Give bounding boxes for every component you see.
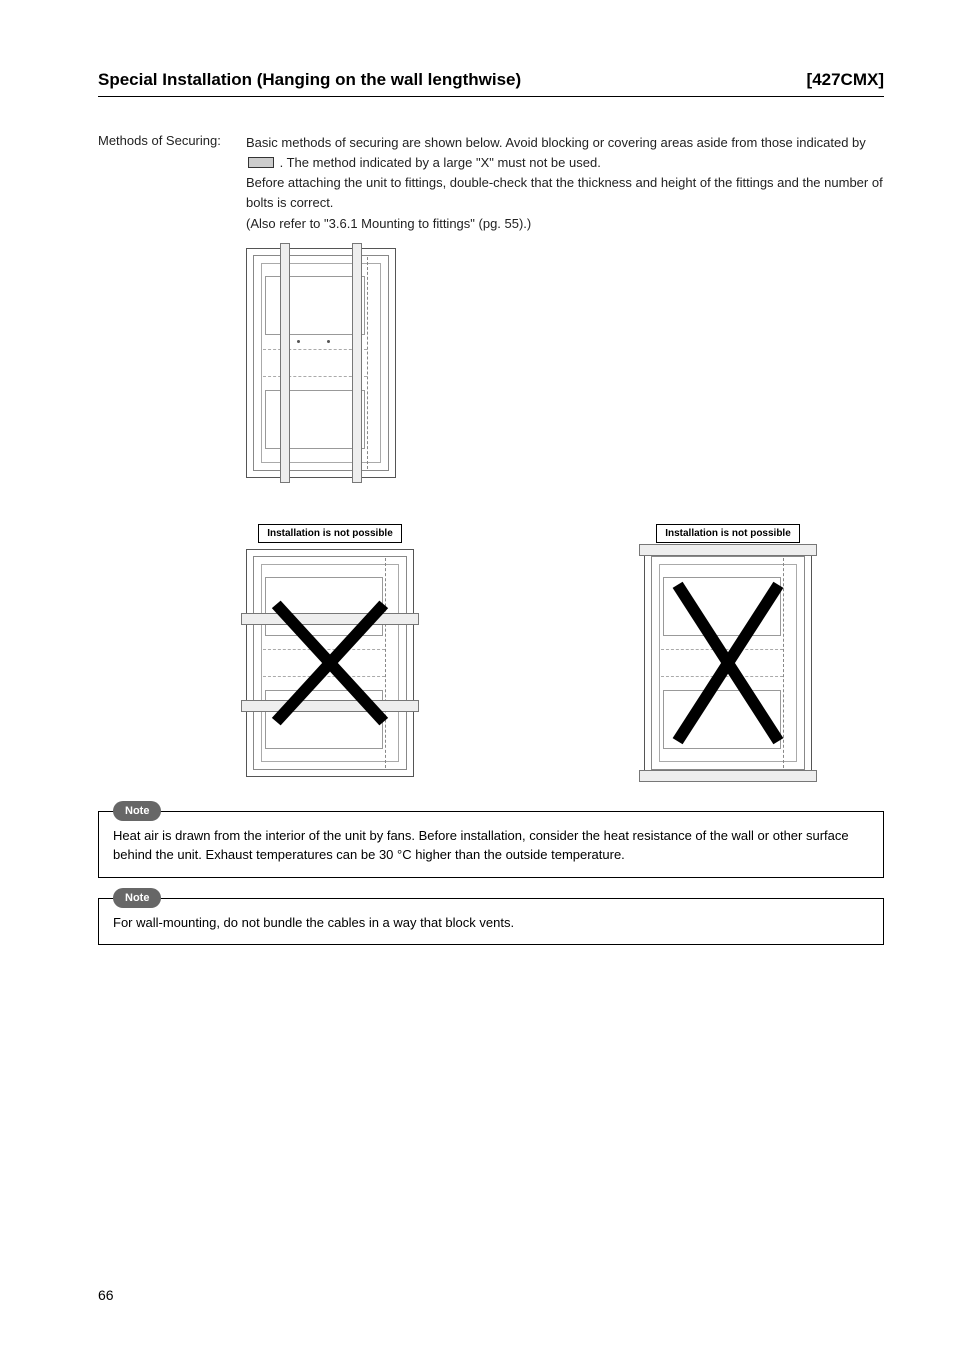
note-block-1: Note Heat air is drawn from the interior… — [98, 811, 884, 878]
model-number: [427CMX] — [807, 70, 884, 90]
note-text-1: Heat air is drawn from the interior of t… — [113, 828, 849, 863]
mounting-rail-right — [352, 243, 362, 483]
caption-right: Installation is not possible — [656, 524, 800, 543]
note-text-2: For wall-mounting, do not bundle the cab… — [113, 915, 514, 930]
panel-drawing — [644, 549, 812, 777]
para1-part-a: Basic methods of securing are shown belo… — [246, 135, 866, 150]
note-label: Note — [113, 888, 161, 909]
panel-drawing — [246, 549, 414, 777]
page: Special Installation (Hanging on the wal… — [0, 0, 954, 1351]
section-title: Special Installation (Hanging on the wal… — [98, 70, 521, 90]
diagrams-area: Installation is not possible — [246, 248, 884, 777]
mounting-rail-horizontal — [639, 770, 817, 782]
mounting-rail-horizontal — [241, 613, 419, 625]
body-row: Methods of Securing: Basic methods of se… — [98, 133, 884, 234]
page-number: 66 — [98, 1287, 114, 1303]
invalid-diagram-row: Installation is not possible — [246, 524, 884, 777]
mounting-rail-left — [280, 243, 290, 483]
header-row: Special Installation (Hanging on the wal… — [98, 70, 884, 97]
note-block-2: Note For wall-mounting, do not bundle th… — [98, 898, 884, 946]
panel-drawing — [246, 248, 396, 478]
mounting-rail-horizontal — [639, 544, 817, 556]
para1-part-b: . The method indicated by a large "X" mu… — [280, 155, 601, 170]
body-label: Methods of Securing: — [98, 133, 246, 234]
caption-left: Installation is not possible — [258, 524, 402, 543]
body-text: Basic methods of securing are shown belo… — [246, 133, 884, 234]
para2: Before attaching the unit to fittings, d… — [246, 173, 884, 213]
note-label: Note — [113, 801, 161, 822]
invalid-diagram-right: Installation is not possible — [644, 524, 812, 777]
diagram-correct-method — [246, 248, 396, 478]
para3: (Also refer to "3.6.1 Mounting to fittin… — [246, 214, 884, 234]
mounting-rail-horizontal — [241, 700, 419, 712]
shaded-area-icon — [248, 157, 274, 168]
invalid-diagram-left: Installation is not possible — [246, 524, 414, 777]
